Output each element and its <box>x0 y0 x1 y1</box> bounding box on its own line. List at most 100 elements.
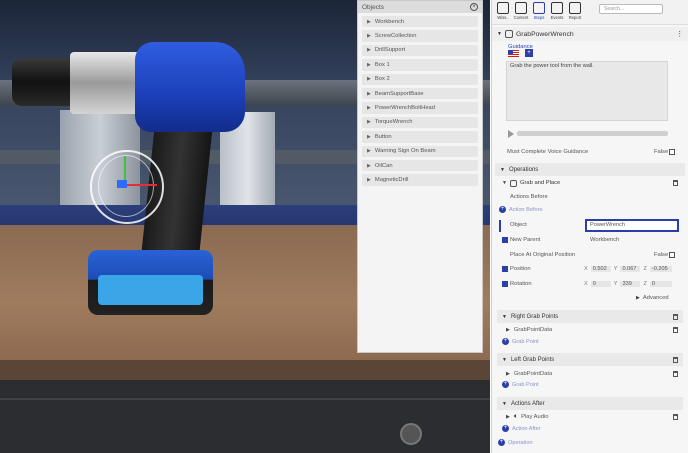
place-original-checkbox[interactable] <box>669 252 675 258</box>
scene-drawer-line <box>0 398 490 400</box>
trash-icon[interactable] <box>673 370 678 377</box>
content-icon <box>515 2 527 14</box>
tool-label: Steps <box>533 15 545 20</box>
trash-icon[interactable] <box>673 413 678 420</box>
new-parent-checkbox[interactable] <box>502 237 508 243</box>
rotation-checkbox[interactable] <box>502 281 508 287</box>
chevron-right-icon[interactable]: ▶ <box>367 91 371 97</box>
plus-icon: + <box>498 439 505 446</box>
chevron-right-icon[interactable]: ▶ <box>367 148 371 154</box>
tool-label: Wiss.. <box>497 15 509 20</box>
tool-wiss[interactable]: Wiss.. <box>495 2 511 20</box>
rotation-x-field[interactable]: 0 <box>590 281 611 287</box>
object-list-item[interactable]: ▶ Box 1 <box>362 59 478 71</box>
tool-events[interactable]: Events <box>549 2 565 20</box>
object-list-item[interactable]: ▶ TorqueWrench <box>362 116 478 129</box>
chevron-right-icon[interactable]: ▶ <box>367 163 371 169</box>
chevron-right-icon[interactable]: ▶ <box>367 33 371 39</box>
chevron-down-icon[interactable]: ▼ <box>502 180 507 186</box>
events-icon <box>551 2 563 14</box>
object-list-item[interactable]: ▶ Box 2 <box>362 73 478 85</box>
chevron-right-icon[interactable]: ▶ <box>367 76 371 82</box>
trash-icon[interactable] <box>673 313 678 320</box>
tool-content[interactable]: Content <box>513 2 529 20</box>
gizmo-z-axis[interactable] <box>117 180 127 188</box>
language-flag-icon[interactable] <box>508 50 519 57</box>
new-parent-value[interactable]: Workbench <box>590 237 619 243</box>
right-grab-header[interactable]: ▼ Right Grab Points <box>497 310 683 323</box>
object-list-item[interactable]: ▶ BeamSupportBase <box>362 87 478 100</box>
object-list-item[interactable]: ▶ Button <box>362 131 478 143</box>
position-z-field[interactable]: -0.205 <box>649 266 672 272</box>
rotation-y-field[interactable]: 339 <box>620 281 641 287</box>
place-original-label: Place At Original Position <box>510 252 576 258</box>
close-icon[interactable]: × <box>470 3 478 11</box>
add-action-before-button[interactable]: + Action Before <box>499 206 543 213</box>
new-parent-label: New Parent <box>510 237 541 243</box>
position-checkbox[interactable] <box>502 266 508 272</box>
chevron-right-icon[interactable]: ▶ <box>367 177 371 183</box>
plus-icon: + <box>499 206 506 213</box>
advanced-toggle[interactable]: ▶ Advanced <box>636 295 669 301</box>
chevron-right-icon[interactable]: ▶ <box>367 134 371 140</box>
must-complete-checkbox[interactable] <box>669 149 675 155</box>
search-input[interactable]: Search... <box>599 4 663 14</box>
actions-after-header[interactable]: ▼ Actions After <box>497 397 683 410</box>
right-grab-item[interactable]: ▶ GrabPointData <box>501 325 683 334</box>
chevron-down-icon[interactable]: ▼ <box>497 31 502 37</box>
object-list-item[interactable]: ▶ ScrewCollection <box>362 30 478 42</box>
tool-report[interactable]: Report <box>567 2 583 20</box>
grab-place-header[interactable]: ▼ Grab and Place <box>497 178 683 188</box>
chevron-right-icon[interactable]: ▶ <box>367 19 371 25</box>
object-list-item[interactable]: ▶ Warning Sign On Beam <box>362 145 478 157</box>
grab-place-label: Grab and Place <box>519 180 561 186</box>
rotation-z-field[interactable]: 0 <box>649 281 672 287</box>
object-list-item-label: MagneticDrill <box>374 176 409 183</box>
chevron-right-icon[interactable]: ▶ <box>367 47 371 53</box>
chevron-right-icon[interactable]: ▶ <box>367 119 371 125</box>
advanced-label: Advanced <box>642 295 669 301</box>
add-grab-point-label: Grab Point <box>512 338 539 345</box>
trash-icon[interactable] <box>673 180 678 186</box>
actions-after-label: Actions After <box>510 400 545 407</box>
gizmo-x-axis[interactable] <box>125 184 157 186</box>
left-grab-header[interactable]: ▼ Left Grab Points <box>497 353 683 366</box>
chevron-down-icon[interactable]: ▼ <box>502 314 507 320</box>
chevron-down-icon[interactable]: ▼ <box>502 401 507 407</box>
object-list-item-label: TorqueWrench <box>374 119 413 126</box>
object-list-item[interactable]: ▶ Workbench <box>362 16 478 28</box>
axis-x-label: X <box>584 281 588 287</box>
position-x-field[interactable]: 0.502 <box>590 266 611 272</box>
object-field[interactable]: PowerWrench <box>585 219 679 232</box>
chevron-right-icon[interactable]: ▶ <box>367 105 371 111</box>
more-icon[interactable]: ⋮ <box>676 30 683 38</box>
chevron-right-icon[interactable]: ▶ <box>367 62 371 68</box>
object-list-item[interactable]: ▶ OilCan <box>362 159 478 172</box>
guidance-textarea[interactable]: Grab the power tool from the wall. <box>506 61 668 121</box>
trash-icon[interactable] <box>673 356 678 363</box>
object-list-item[interactable]: ▶ PowerWrenchBoltHead <box>362 102 478 114</box>
play-icon[interactable] <box>508 129 514 138</box>
tool-steps[interactable]: Steps <box>531 2 547 20</box>
chevron-down-icon[interactable]: ▼ <box>500 167 505 173</box>
add-action-after-button[interactable]: + Action After <box>502 425 541 432</box>
right-grab-label: Right Grab Points <box>510 313 559 320</box>
object-list-item[interactable]: ▶ DrillSupport <box>362 44 478 57</box>
operations-header[interactable]: ▼ Operations <box>495 163 685 176</box>
object-list-item[interactable]: ▶ MagneticDrill <box>362 174 478 186</box>
add-left-grab-point-button[interactable]: + Grab Point <box>502 381 539 388</box>
step-header[interactable]: ▼ GrabPowerWrench ⋮ <box>492 27 688 41</box>
add-operation-label: Operation <box>508 439 533 446</box>
play-audio-item[interactable]: ▶ 🔈︎ Play Audio <box>501 412 683 421</box>
audio-track[interactable] <box>517 131 668 136</box>
chevron-down-icon[interactable]: ▼ <box>502 357 507 363</box>
add-right-grab-point-button[interactable]: + Grab Point <box>502 338 539 345</box>
trash-icon[interactable] <box>673 326 678 333</box>
position-y-field[interactable]: 0.067 <box>620 266 641 272</box>
drill-body[interactable] <box>135 42 245 132</box>
left-grab-item[interactable]: ▶ GrabPointData <box>501 369 683 378</box>
add-operation-button[interactable]: + Operation <box>498 439 533 446</box>
drill-collar <box>70 52 140 114</box>
audio-player[interactable] <box>508 129 668 138</box>
add-language-button[interactable]: + <box>525 49 533 57</box>
